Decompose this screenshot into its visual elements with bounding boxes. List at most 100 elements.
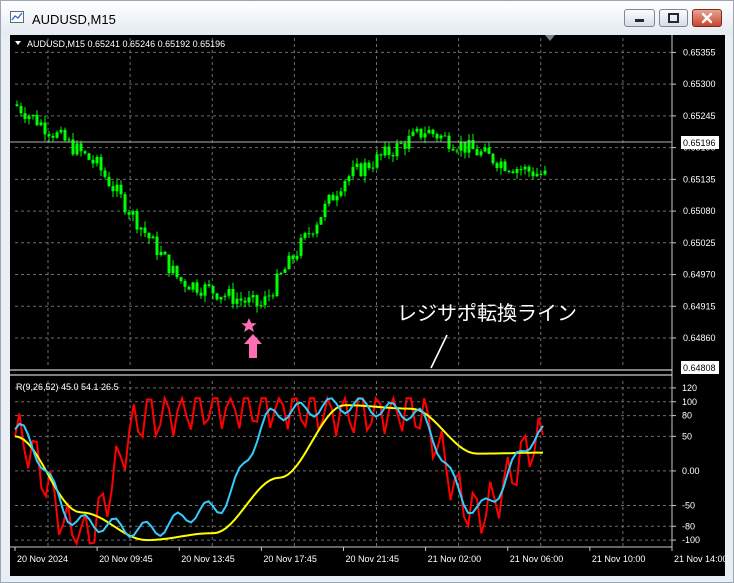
- candle-body: [107, 176, 111, 187]
- candle-body: [327, 194, 331, 204]
- candle-body: [379, 154, 383, 156]
- candle-body: [503, 161, 507, 171]
- price-tick-label: 0.65135: [683, 174, 716, 184]
- star-marker-icon: [241, 318, 257, 332]
- candle-body: [439, 135, 443, 139]
- candle-body: [415, 128, 419, 132]
- candle-body: [51, 135, 55, 138]
- candle-body: [395, 143, 399, 157]
- candle-body: [67, 139, 71, 141]
- minimize-icon: [635, 19, 644, 22]
- candle-body: [499, 161, 503, 169]
- candle-body: [443, 135, 447, 137]
- candle-body: [59, 129, 63, 133]
- candle-body: [75, 143, 79, 155]
- chart-shift-marker-icon[interactable]: [545, 35, 555, 41]
- candle-body: [431, 129, 435, 135]
- minimize-button[interactable]: [624, 9, 655, 27]
- candle-body: [103, 170, 107, 177]
- candle-body: [483, 147, 487, 152]
- candle-body: [127, 212, 131, 215]
- time-axis: 20 Nov 2024 20 Nov 09:45 20 Nov 13:45 20 No…: [14, 547, 725, 564]
- indicator-tick-label: 80: [682, 411, 692, 421]
- candle-body: [527, 166, 531, 172]
- candle-body: [267, 295, 271, 297]
- candle-body: [183, 281, 187, 287]
- candle-body: [287, 255, 291, 270]
- candle-body: [355, 163, 359, 167]
- time-tick-label: 21 Nov 06:00: [510, 554, 564, 564]
- candle-body: [203, 284, 207, 296]
- price-axis: 0.653550.653000.652450.651900.651350.650…: [672, 47, 719, 374]
- candle-body: [291, 255, 295, 260]
- window-title: AUDUSD,M15: [32, 12, 116, 27]
- candle-body: [263, 296, 267, 306]
- candle-body: [255, 295, 259, 306]
- candle-body: [15, 104, 19, 106]
- indicator-series-line: [14, 404, 543, 542]
- candle-body: [391, 155, 395, 157]
- chart-borders: [10, 35, 673, 548]
- candle-body: [511, 171, 515, 174]
- candle-body: [79, 143, 83, 152]
- candle-body: [239, 298, 243, 301]
- annotation-pointer: [430, 334, 448, 369]
- candle-body: [27, 116, 31, 120]
- indicator-tick-label: 0.00: [682, 466, 700, 476]
- candle-body: [199, 292, 203, 296]
- time-tick-label: 21 Nov 14:00: [674, 554, 725, 564]
- candle-body: [295, 255, 299, 260]
- indicator-tick-label: 120: [682, 383, 697, 393]
- candle-body: [519, 169, 523, 171]
- candle-body: [303, 233, 307, 238]
- candle-body: [167, 254, 171, 274]
- price-tick-label: 0.64808: [683, 363, 716, 373]
- close-button[interactable]: [692, 9, 722, 27]
- time-tick-label: 20 Nov 09:45: [99, 554, 153, 564]
- candle-body: [171, 265, 175, 274]
- candle-body: [435, 134, 439, 139]
- candle-body: [459, 142, 463, 151]
- candle-body: [307, 233, 311, 235]
- candle-body: [463, 142, 467, 153]
- title-bar[interactable]: AUDUSD,M15: [1, 1, 733, 35]
- indicator-tick-label: -50: [682, 501, 695, 511]
- candle-body: [535, 173, 539, 177]
- time-tick-label: 20 Nov 17:45: [263, 554, 317, 564]
- candle-body: [195, 282, 199, 293]
- indicator-tick-label: -80: [682, 521, 695, 531]
- candle-body: [279, 272, 283, 274]
- candle-body: [87, 153, 91, 160]
- candle-body: [351, 166, 355, 177]
- collapse-arrow-icon[interactable]: [15, 41, 21, 45]
- candle-body: [123, 194, 127, 213]
- candle-body: [163, 251, 167, 255]
- price-tick-label: 0.64970: [683, 270, 716, 280]
- candle-body: [331, 194, 335, 201]
- price-tick-label: 0.64915: [683, 301, 716, 311]
- candle-body: [155, 236, 159, 256]
- candle-body: [211, 285, 215, 294]
- candle-body: [531, 171, 535, 177]
- restore-button[interactable]: [659, 9, 688, 27]
- candle-body: [315, 224, 319, 234]
- candle-body: [99, 156, 103, 171]
- candle-body: [143, 227, 147, 233]
- candle-body: [515, 169, 519, 174]
- chart-window-icon: [10, 11, 24, 23]
- chart-area[interactable]: AUDUSD,M15 0.65241 0.65246 0.65192 0.651…: [10, 35, 725, 576]
- candle-body: [487, 147, 491, 154]
- price-tick-label: 0.65245: [683, 111, 716, 121]
- candle-body: [135, 211, 139, 230]
- candle-body: [139, 227, 143, 230]
- price-tick-label: 0.65355: [683, 47, 716, 57]
- chart-canvas[interactable]: AUDUSD,M15 0.65241 0.65246 0.65192 0.651…: [10, 35, 725, 576]
- candle-body: [479, 151, 483, 156]
- indicator-tick-label: 50: [682, 431, 692, 441]
- time-tick-label: 21 Nov 02:00: [428, 554, 482, 564]
- candle-body: [191, 282, 195, 290]
- candle-body: [271, 295, 275, 297]
- candle-body: [43, 122, 47, 135]
- candle-body: [47, 134, 51, 136]
- candle-body: [339, 191, 343, 196]
